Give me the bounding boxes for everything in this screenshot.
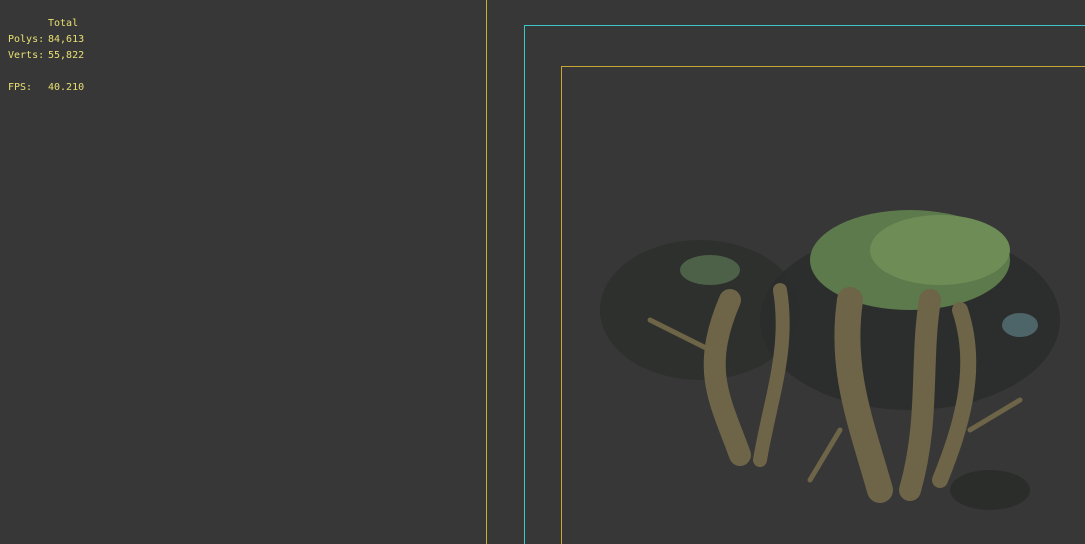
verts-label: Verts: [8, 50, 45, 61]
verts-value: 55,822 [48, 50, 85, 61]
stats-header: Total [48, 18, 79, 29]
foliage [600, 210, 1060, 510]
polys-value: 84,613 [48, 34, 85, 45]
tree-model[interactable] [590, 200, 1070, 530]
polys-label: Polys: [8, 34, 45, 45]
viewport-boundary-line [486, 0, 487, 544]
viewport-statistics: Total Polys: 84,613 Verts: 55,822 FPS: 40.2… [8, 16, 84, 96]
fps-value: 40.210 [48, 82, 85, 93]
fps-label: FPS: [8, 82, 33, 93]
